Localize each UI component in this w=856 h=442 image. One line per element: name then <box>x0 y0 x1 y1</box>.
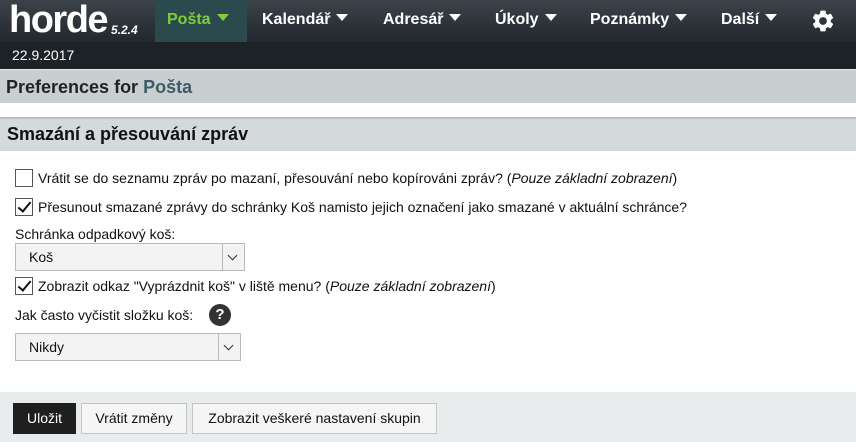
nav-adresar[interactable]: Adresář <box>383 0 462 42</box>
return-to-list-text: Vrátit se do seznamu zpráv po mazaní, př… <box>38 170 512 186</box>
chevron-down-icon <box>336 14 349 21</box>
logo-wordmark: horde <box>9 0 109 41</box>
page-title: Preferences for Pošta <box>0 69 856 105</box>
chevron-down-icon <box>216 14 229 21</box>
revert-button[interactable]: Vrátit změny <box>81 403 187 434</box>
nav-kalendar[interactable]: Kalendář <box>262 0 349 42</box>
chevron-down-icon <box>765 14 778 21</box>
purge-frequency-label: Jak často vyčistit složku koš: <box>15 307 194 323</box>
section-title-text: Smazání a přesouvání zpráv <box>7 124 249 144</box>
chevron-down-icon <box>544 14 557 21</box>
empty-trash-link-tail: ) <box>490 278 496 294</box>
nav-poznamky[interactable]: Poznámky <box>590 0 688 42</box>
move-to-trash-checkbox[interactable] <box>15 198 33 216</box>
chevron-down-icon <box>218 334 240 360</box>
purge-frequency-select[interactable]: Nikdy <box>15 333 241 361</box>
nav-dalsi-label: Další <box>721 11 760 28</box>
gear-icon[interactable] <box>810 8 836 34</box>
chevron-down-icon <box>222 244 244 270</box>
purge-frequency-value: Nikdy <box>29 339 65 355</box>
empty-trash-link-note: Pouze základní zobrazení <box>329 278 491 294</box>
nav-posta[interactable]: Pošta <box>155 0 247 42</box>
move-to-trash-label: Přesunout smazané zprávy do schránky Koš… <box>38 199 688 215</box>
nav-posta-label: Pošta <box>167 11 211 28</box>
empty-trash-link-text: Zobrazit odkaz "Vyprázdnit koš" v liště … <box>38 278 330 294</box>
current-date: 22.9.2017 <box>12 47 75 63</box>
page-title-app: Pošta <box>143 77 193 97</box>
nav-poznamky-label: Poznámky <box>590 11 670 28</box>
section-title: Smazání a přesouvání zpráv <box>0 117 856 151</box>
return-to-list-tail: ) <box>672 170 678 186</box>
top-navigation-bar: horde 5.2.4 Pošta Kalendář Adresář Úkoly… <box>0 0 856 42</box>
trash-folder-select[interactable]: Koš <box>15 243 245 271</box>
return-to-list-checkbox[interactable] <box>15 169 33 187</box>
date-bar: 22.9.2017 <box>0 42 856 69</box>
nav-ukoly[interactable]: Úkoly <box>495 0 557 42</box>
page-title-prefix: Preferences for <box>6 77 139 97</box>
horde-logo[interactable]: horde 5.2.4 <box>0 0 155 42</box>
nav-ukoly-label: Úkoly <box>495 11 539 28</box>
nav-kalendar-label: Kalendář <box>262 11 331 28</box>
save-button[interactable]: Uložit <box>13 403 76 434</box>
empty-trash-link-label: Zobrazit odkaz "Vyprázdnit koš" v liště … <box>38 277 496 295</box>
nav-dalsi[interactable]: Další <box>721 0 778 42</box>
empty-trash-link-checkbox[interactable] <box>15 277 33 295</box>
return-to-list-label: Vrátit se do seznamu zpráv po mazaní, př… <box>38 169 677 187</box>
return-to-list-note: Pouze základní zobrazení <box>511 170 673 186</box>
logo-version: 5.2.4 <box>111 23 138 37</box>
nav-adresar-label: Adresář <box>383 11 444 28</box>
trash-folder-label: Schránka odpadkový koš: <box>15 226 176 242</box>
help-icon[interactable]: ? <box>209 304 231 326</box>
chevron-down-icon <box>449 14 462 21</box>
trash-folder-value: Koš <box>29 249 54 265</box>
show-all-groups-button[interactable]: Zobrazit veškeré nastavení skupin <box>192 403 437 434</box>
chevron-down-icon <box>675 14 688 21</box>
